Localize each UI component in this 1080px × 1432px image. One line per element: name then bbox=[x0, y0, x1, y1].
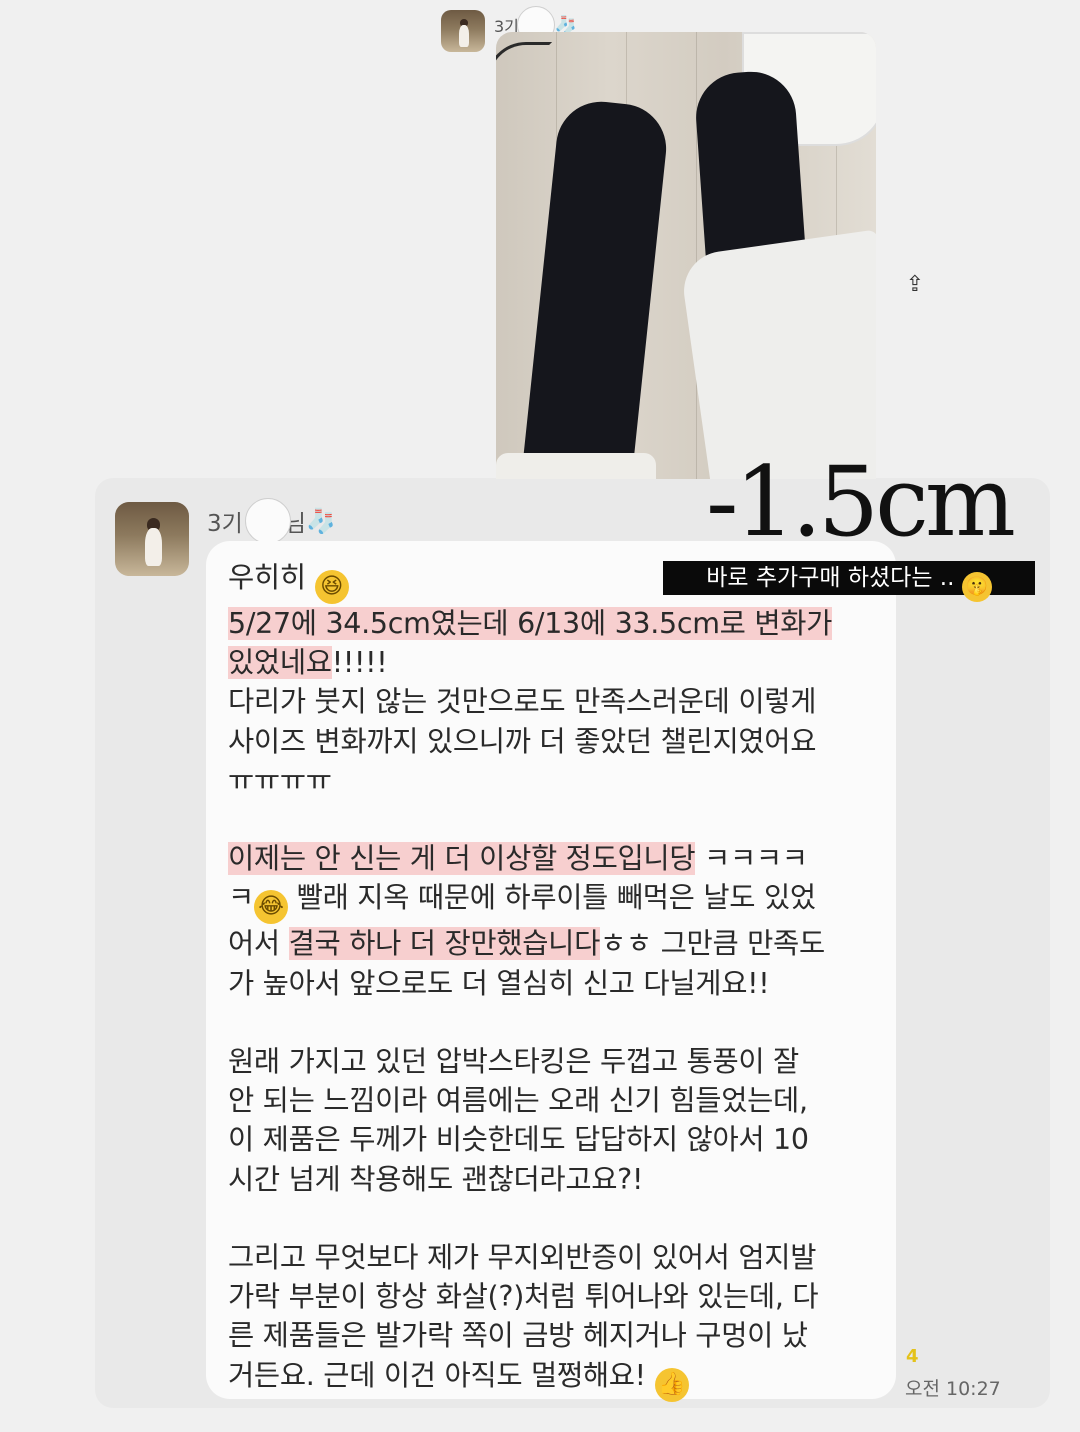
caption-text: 바로 추가구매 하셨다는 .. bbox=[706, 565, 955, 591]
message-text-span: 원래 가지고 있던 압박스타킹은 두껍고 통풍이 잘 bbox=[228, 1045, 799, 1078]
message-text-span: 사이즈 변화까지 있으니까 더 좋았던 챌린지였어요 bbox=[228, 724, 817, 758]
sender-avatar-top[interactable] bbox=[441, 10, 485, 52]
message-line: 5/27에 34.5cm였는데 6/13에 33.5cm로 변화가 bbox=[228, 604, 888, 643]
white-pants bbox=[678, 229, 876, 479]
message-line: 이 제품은 두께가 비슷한데도 답답하지 않아서 10 bbox=[228, 1120, 888, 1159]
message-line: 가 높아서 앞으로도 더 열심히 신고 다닐게요!! bbox=[228, 964, 888, 1003]
message-line: 그리고 무엇보다 제가 무지외반증이 있어서 엄지발 bbox=[228, 1238, 888, 1277]
avatar-figure bbox=[458, 24, 470, 47]
message-line: 있었네요!!!!! bbox=[228, 643, 888, 682]
message-text-span: 거든요. 근데 이건 아직도 멀쩡해요! bbox=[228, 1358, 655, 1392]
message-text-span: !!!!! bbox=[331, 646, 388, 680]
message-line: ㅋ 😂 빨래 지옥 때문에 하루이틀 빼먹은 날도 있었 bbox=[228, 878, 888, 925]
message-text-span: 우히히 bbox=[228, 561, 315, 594]
message-line: 른 제품들은 발가락 쪽이 금방 헤지거나 구멍이 났 bbox=[228, 1316, 888, 1355]
sender-name: 3기 bbox=[207, 511, 243, 537]
message-line: ㅠㅠㅠㅠ bbox=[228, 761, 888, 800]
message-line: 어서 결국 하나 더 장만했습니다ㅎㅎ 그만큼 만족도 bbox=[228, 924, 888, 963]
highlighted-text: 이제는 안 신는 게 더 이상할 정도입니당 bbox=[228, 842, 696, 876]
share-icon[interactable]: ⇪ bbox=[900, 270, 930, 300]
avatar-figure bbox=[144, 527, 163, 567]
power-cord bbox=[496, 42, 552, 128]
message-line: 다리가 붓지 않는 것만으로도 만족스러운데 이렇게 bbox=[228, 682, 888, 721]
emoji-icon: 😂 bbox=[253, 890, 288, 925]
sock-icon: 🧦 bbox=[305, 507, 336, 535]
pants-hem bbox=[496, 453, 656, 479]
sock-photo[interactable] bbox=[496, 32, 876, 479]
message-text-span: ㅎㅎ 그만큼 만족도 bbox=[600, 927, 825, 961]
message-line: 사이즈 변화까지 있으니까 더 좋았던 챌린지였어요 bbox=[228, 722, 888, 761]
emoji-icon: 👍 bbox=[654, 1367, 689, 1402]
caption-overlay: 바로 추가구매 하셨다는 .. 🤫 bbox=[663, 561, 1035, 602]
highlighted-text: 5/27에 34.5cm였는데 6/13에 33.5cm로 변화가 bbox=[228, 607, 833, 640]
message-text-span: 른 제품들은 발가락 쪽이 금방 헤지거나 구멍이 났 bbox=[228, 1319, 808, 1353]
message-text-span: 그리고 무엇보다 제가 무지외반증이 있어서 엄지발 bbox=[228, 1241, 817, 1274]
message-text-span: ㅋㅋㅋㅋ bbox=[695, 842, 808, 876]
message-text-span: ㅠㅠㅠㅠ bbox=[228, 763, 332, 797]
message-text-span: 가 높아서 앞으로도 더 열심히 신고 다닐게요!! bbox=[228, 966, 770, 1000]
message-line: 시간 넘게 착용해도 괜찮더라고요?! bbox=[228, 1160, 888, 1199]
white-heart-icon bbox=[244, 498, 291, 544]
message-line: 거든요. 근데 이건 아직도 멀쩡해요! 👍 bbox=[228, 1356, 888, 1402]
message-line: 이제는 안 신는 게 더 이상할 정도입니당 ㅋㅋㅋㅋ bbox=[228, 839, 888, 878]
message-text-span: 가락 부분이 항상 화살(?)처럼 튀어나와 있는데, 다 bbox=[228, 1280, 819, 1314]
message-text-span: 어서 bbox=[228, 927, 289, 961]
message-text-span: 안 되는 느낌이라 여름에는 오래 신기 힘들었는데, bbox=[228, 1084, 808, 1118]
sender-avatar[interactable] bbox=[115, 502, 189, 576]
emoji-icon: 😆 bbox=[314, 570, 349, 604]
shushing-face-icon: 🤫 bbox=[961, 572, 992, 602]
message-text-span: 빨래 지옥 때문에 하루이틀 빼먹은 날도 있었 bbox=[287, 881, 816, 915]
unread-count: 4 bbox=[906, 1346, 919, 1367]
message-text-span: 다리가 붓지 않는 것만으로도 만족스러운데 이렇게 bbox=[228, 685, 817, 719]
sender-name-row: 3기 님 🧦 bbox=[207, 498, 336, 544]
message-line: 안 되는 느낌이라 여름에는 오래 신기 힘들었는데, bbox=[228, 1081, 888, 1120]
message-line: 원래 가지고 있던 압박스타킹은 두껍고 통풍이 잘 bbox=[228, 1042, 888, 1081]
highlighted-text: 결국 하나 더 장만했습니다 bbox=[288, 927, 601, 961]
message-text-span: 이 제품은 두께가 비슷한데도 답답하지 않아서 10 bbox=[228, 1123, 809, 1157]
message-line: 가락 부분이 항상 화살(?)처럼 튀어나와 있는데, 다 bbox=[228, 1277, 888, 1316]
message-text-span: 시간 넘게 착용해도 괜찮더라고요?! bbox=[228, 1162, 644, 1196]
measurement-overlay: -1.5cm bbox=[706, 446, 1016, 558]
highlighted-text: 있었네요 bbox=[228, 646, 332, 680]
message-text-span: ㅋ bbox=[228, 881, 254, 915]
timestamp: 오전 10:27 bbox=[905, 1378, 1001, 1400]
message-text: 우히히 😆 5/27에 34.5cm였는데 6/13에 33.5cm로 변화가 있었… bbox=[228, 558, 888, 1402]
left-leg-sock bbox=[521, 97, 671, 479]
